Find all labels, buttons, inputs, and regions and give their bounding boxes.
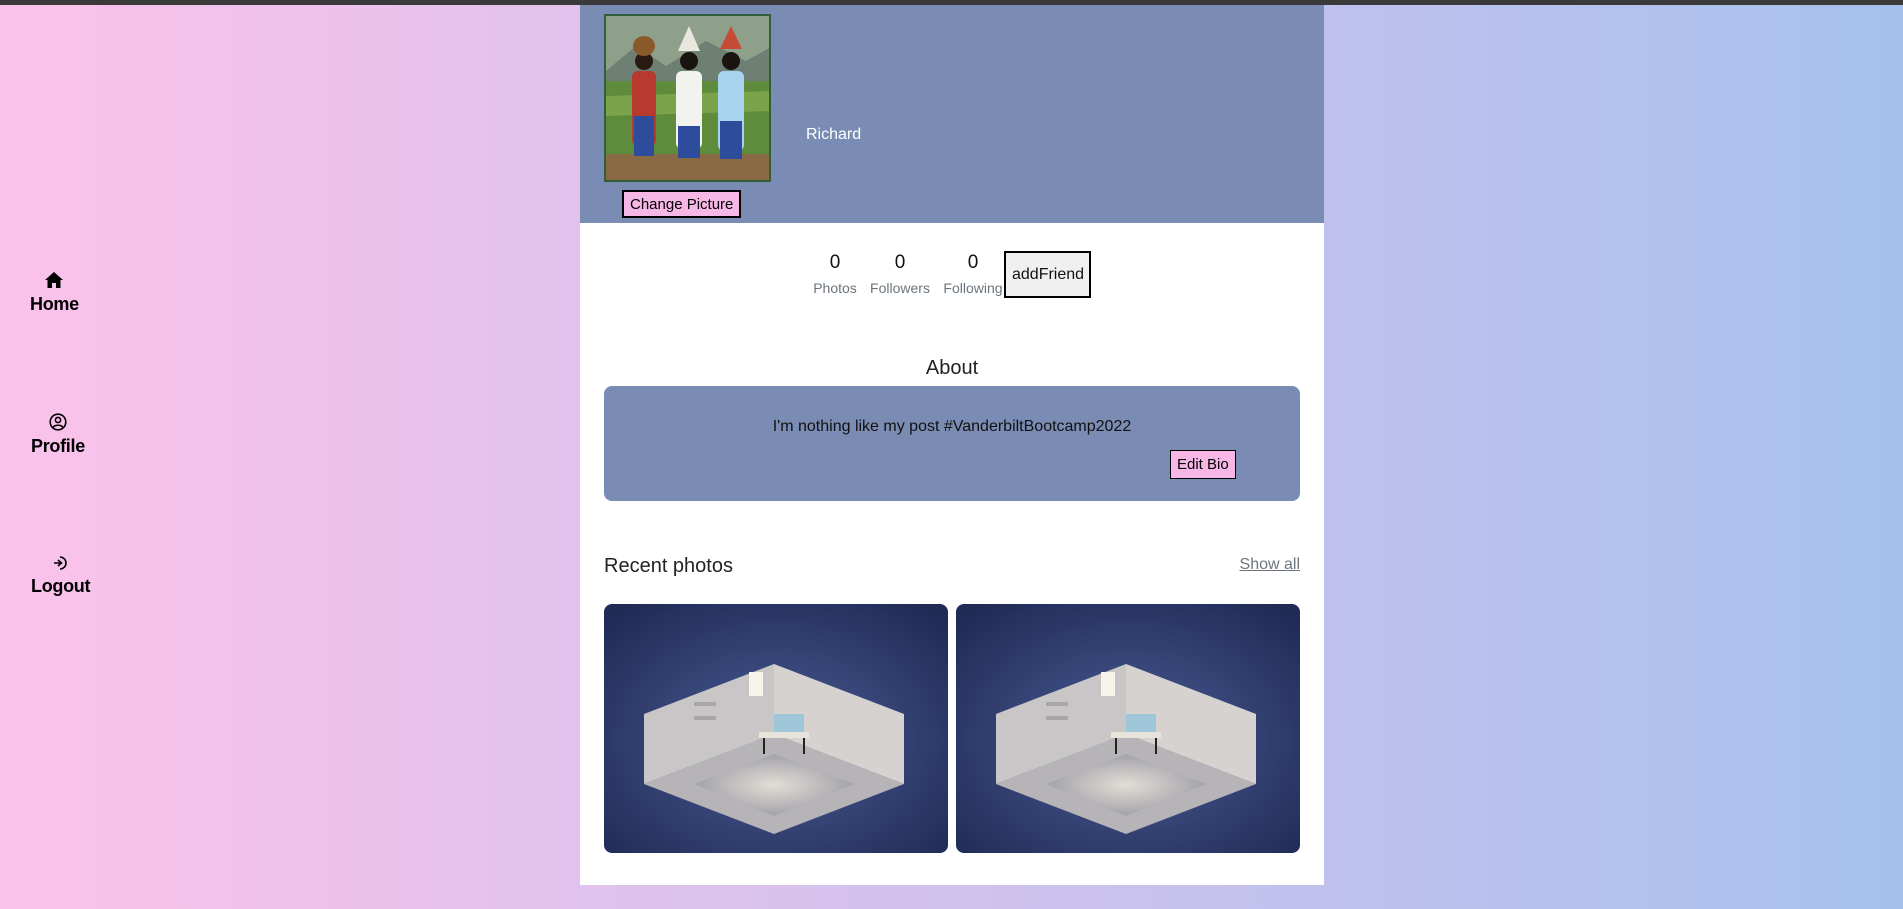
stat-following-count: 0 xyxy=(967,252,979,273)
sidebar-item-label: Profile xyxy=(31,436,85,456)
recent-photo[interactable] xyxy=(956,604,1300,853)
edit-bio-button[interactable]: Edit Bio xyxy=(1170,450,1236,479)
about-box: I'm nothing like my post #VanderbiltBoot… xyxy=(604,386,1300,501)
sidebar-item-label: Logout xyxy=(31,576,91,596)
bio-text: I'm nothing like my post #VanderbiltBoot… xyxy=(772,418,1132,435)
profile-username: Richard xyxy=(806,126,862,143)
stat-photos-label: Photos xyxy=(813,280,857,296)
stat-photos: 0 Photos xyxy=(810,252,860,296)
logout-icon xyxy=(52,555,70,571)
about-title: About xyxy=(925,357,979,379)
stat-followers-label: Followers xyxy=(870,280,930,296)
add-friend-button[interactable]: addFriend xyxy=(1004,251,1091,298)
profile-avatar xyxy=(604,14,771,182)
stat-following: 0 Following xyxy=(942,252,1004,296)
stat-followers-count: 0 xyxy=(894,252,906,273)
recent-photos-title: Recent photos xyxy=(604,555,733,577)
change-picture-button[interactable]: Change Picture xyxy=(622,190,742,218)
sidebar-item-label: Home xyxy=(30,294,79,314)
user-circle-icon xyxy=(49,413,67,431)
sidebar-item-home[interactable]: Home xyxy=(30,271,79,315)
show-all-link[interactable]: Show all xyxy=(1240,556,1300,574)
recent-photo[interactable] xyxy=(604,604,948,853)
stat-followers: 0 Followers xyxy=(868,252,932,296)
stat-photos-count: 0 xyxy=(829,252,841,273)
sidebar-item-profile[interactable]: Profile xyxy=(31,413,85,457)
profile-panel: Change Picture Richard 0 Photos 0 Follow… xyxy=(580,5,1324,885)
sidebar-item-logout[interactable]: Logout xyxy=(31,555,90,597)
profile-header: Change Picture Richard xyxy=(580,5,1324,223)
home-icon xyxy=(44,271,64,289)
stat-following-label: Following xyxy=(943,280,1003,296)
